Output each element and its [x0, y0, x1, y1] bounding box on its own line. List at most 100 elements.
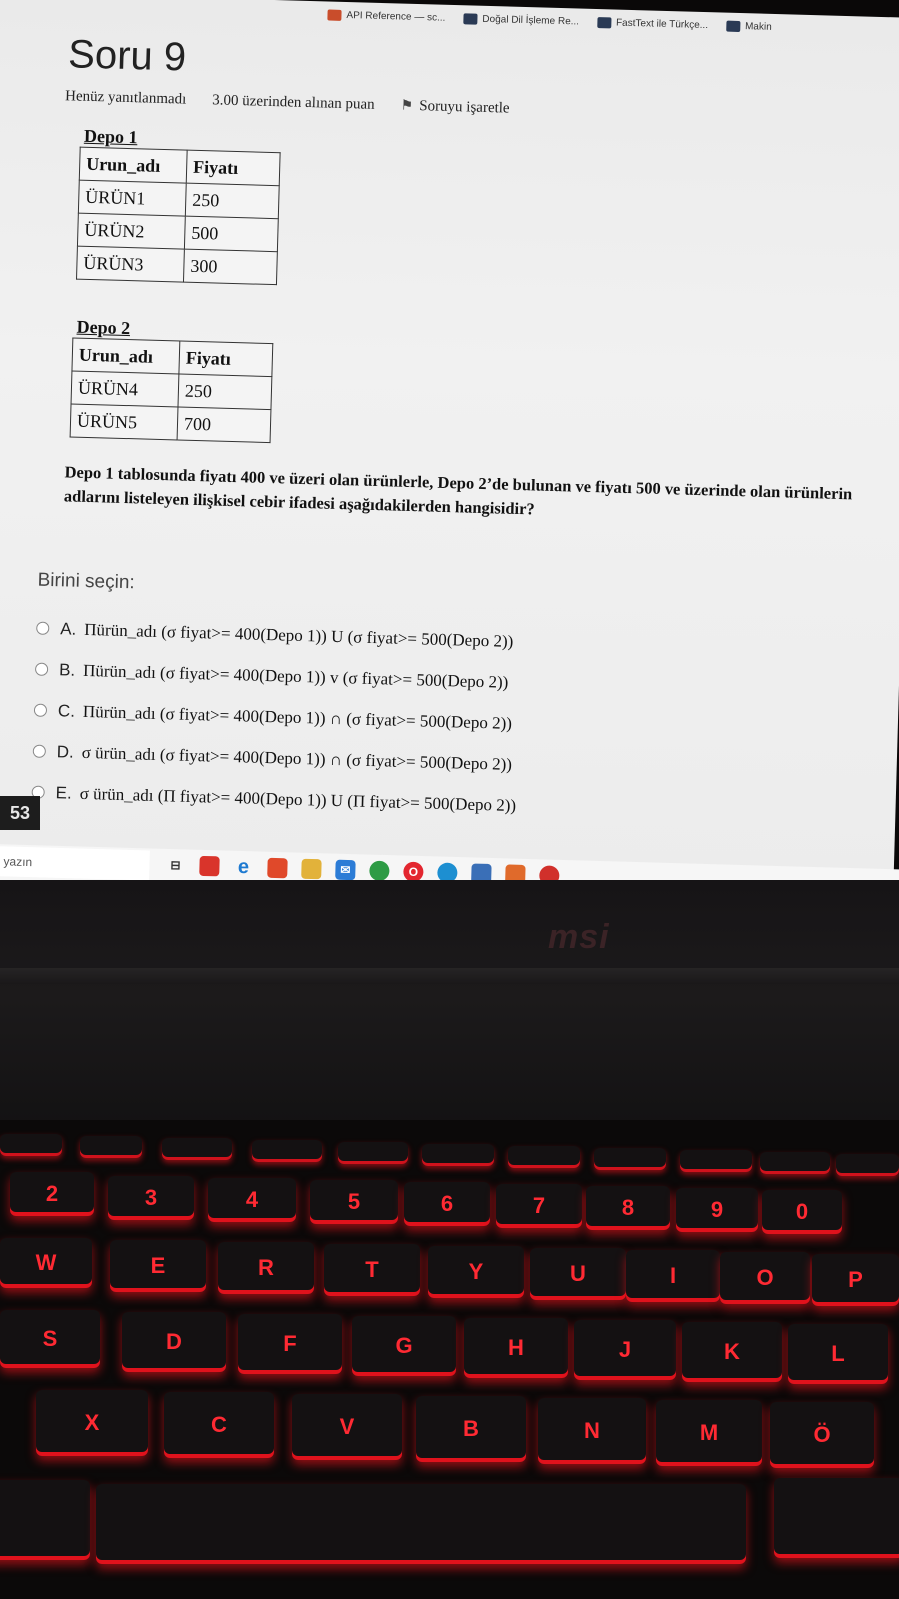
- key: O: [720, 1252, 810, 1304]
- laptop-bezel: [0, 880, 899, 1140]
- bookmark-item[interactable]: API Reference — sc...: [327, 8, 446, 23]
- table-header: Urun_adı: [71, 338, 180, 374]
- key: R: [218, 1242, 314, 1294]
- question-meta: Henüz yanıtlanmadı 3.00 üzerinden alınan…: [65, 88, 510, 117]
- chrome-icon[interactable]: [369, 860, 390, 882]
- task-view-icon[interactable]: ⊟: [165, 855, 186, 876]
- fn-key: [508, 1146, 580, 1168]
- bookmark-red-icon: [327, 8, 342, 21]
- key: 4: [208, 1178, 296, 1222]
- bookmark-item[interactable]: Doğal Dil İşleme Re...: [463, 12, 580, 28]
- clock-fragment: 53: [0, 796, 40, 830]
- fn-key: [0, 1134, 62, 1156]
- bookmark-label: Makin: [744, 20, 772, 33]
- question-text: Depo 1 tablosunda fiyatı 400 ve üzeri ol…: [63, 462, 853, 519]
- mail-icon[interactable]: ✉: [335, 859, 356, 881]
- fn-key: [680, 1150, 752, 1172]
- option-text: σ ürün_adı (Π fiyat>= 400(Depo 1)) U (Π …: [79, 783, 517, 815]
- key: 2: [10, 1172, 94, 1216]
- key: 3: [108, 1176, 194, 1220]
- option-letter: C.: [57, 700, 76, 721]
- key: N: [538, 1398, 646, 1464]
- app-red-icon[interactable]: [199, 855, 220, 877]
- option-letter: D.: [56, 741, 75, 762]
- edge-legacy-icon[interactable]: e: [233, 855, 254, 877]
- key: I: [626, 1250, 720, 1302]
- radio-button[interactable]: [32, 744, 47, 758]
- option-letter: E.: [55, 782, 73, 803]
- table-row: ÜRÜN3 300: [76, 246, 278, 285]
- radio-button[interactable]: [33, 703, 48, 717]
- table-cell: ÜRÜN2: [77, 213, 186, 250]
- table-row: ÜRÜN5 700: [70, 403, 271, 443]
- key: [774, 1478, 899, 1558]
- depo1-table: Urun_adı Fiyatı ÜRÜN1 250 ÜRÜN2 500 ÜRÜN…: [76, 146, 281, 286]
- fn-key: [422, 1144, 494, 1166]
- key: D: [122, 1312, 226, 1372]
- key: V: [292, 1394, 402, 1460]
- key: W: [0, 1238, 92, 1288]
- fn-key: [338, 1142, 408, 1164]
- fn-key: [252, 1140, 322, 1162]
- table-cell: 500: [184, 216, 279, 252]
- bookmark-dark-icon: [463, 12, 478, 25]
- key: L: [788, 1324, 888, 1384]
- key: 9: [676, 1188, 758, 1232]
- depo2-title: Depo 2: [76, 316, 131, 339]
- bookmark-label: FastText ile Türkçe...: [615, 17, 709, 31]
- key: M: [656, 1400, 762, 1466]
- fn-key: [162, 1138, 232, 1160]
- answer-status: Henüz yanıtlanmadı: [64, 88, 187, 108]
- key: [0, 1480, 90, 1560]
- bookmark-item[interactable]: Makin: [725, 20, 772, 33]
- flag-label: Soruyu işaretle: [418, 98, 510, 117]
- taskbar-search-input[interactable]: yazın: [0, 845, 150, 881]
- table-cell: 250: [185, 183, 280, 219]
- table-cell: ÜRÜN5: [70, 403, 178, 440]
- table-cell: ÜRÜN1: [78, 180, 187, 217]
- file-explorer-icon[interactable]: [301, 858, 322, 880]
- fn-key: [594, 1148, 666, 1170]
- key: C: [164, 1392, 274, 1458]
- answer-options: A. Πürün_adı (σ fiyat>= 400(Depo 1)) U (…: [31, 608, 521, 826]
- option-text: Πürün_adı (σ fiyat>= 400(Depo 1)) U (σ f…: [84, 619, 514, 651]
- key: S: [0, 1310, 100, 1368]
- depo2-table: Urun_adı Fiyatı ÜRÜN4 250 ÜRÜN5 700: [69, 337, 274, 444]
- table-header: Urun_adı: [79, 147, 188, 184]
- bookmark-label: Doğal Dil İşleme Re...: [482, 13, 580, 28]
- option-letter: A.: [59, 618, 77, 639]
- table-header: Fiyatı: [186, 150, 281, 186]
- table-cell: ÜRÜN4: [71, 370, 179, 407]
- option-letter: B.: [58, 659, 76, 680]
- table-cell: 300: [183, 249, 278, 285]
- spacebar: [96, 1484, 746, 1564]
- table-header-row: Urun_adı Fiyatı: [79, 147, 281, 186]
- bookmark-dark-icon: [596, 16, 612, 28]
- table-cell: 250: [177, 373, 272, 410]
- table-row: ÜRÜN2 500: [77, 213, 279, 252]
- key: E: [110, 1240, 206, 1292]
- depo1-title: Depo 1: [83, 125, 138, 148]
- key: U: [530, 1248, 626, 1300]
- table-row: ÜRÜN4 250: [71, 370, 272, 410]
- key: B: [416, 1396, 526, 1462]
- backlit-keyboard: 2 3 4 5 6 7 8 9 0 W E R T Y U I O P S D …: [0, 1120, 899, 1599]
- fn-key: [80, 1136, 142, 1158]
- option-text: Πürün_adı (σ fiyat>= 400(Depo 1)) ∩ (σ f…: [82, 701, 513, 733]
- option-text: Πürün_adı (σ fiyat>= 400(Depo 1)) v (σ f…: [82, 660, 509, 692]
- bookmark-dark-icon: [725, 20, 741, 32]
- key: T: [324, 1244, 420, 1296]
- table-cell: 700: [177, 406, 271, 443]
- key: 6: [404, 1182, 490, 1226]
- table-header: Fiyatı: [178, 340, 273, 377]
- key: Ö: [770, 1402, 874, 1468]
- question-title: Soru 9: [67, 32, 187, 80]
- key: J: [574, 1320, 676, 1380]
- key: X: [36, 1390, 148, 1456]
- bookmarks-bar: API Reference — sc... Doğal Dil İşleme R…: [327, 1, 899, 43]
- radio-button[interactable]: [36, 621, 50, 635]
- office-icon[interactable]: [267, 857, 288, 879]
- bookmark-item[interactable]: FastText ile Türkçe...: [596, 16, 709, 31]
- radio-button[interactable]: [34, 662, 49, 676]
- flag-question-button[interactable]: ⚑ Soruyu işaretle: [400, 98, 509, 118]
